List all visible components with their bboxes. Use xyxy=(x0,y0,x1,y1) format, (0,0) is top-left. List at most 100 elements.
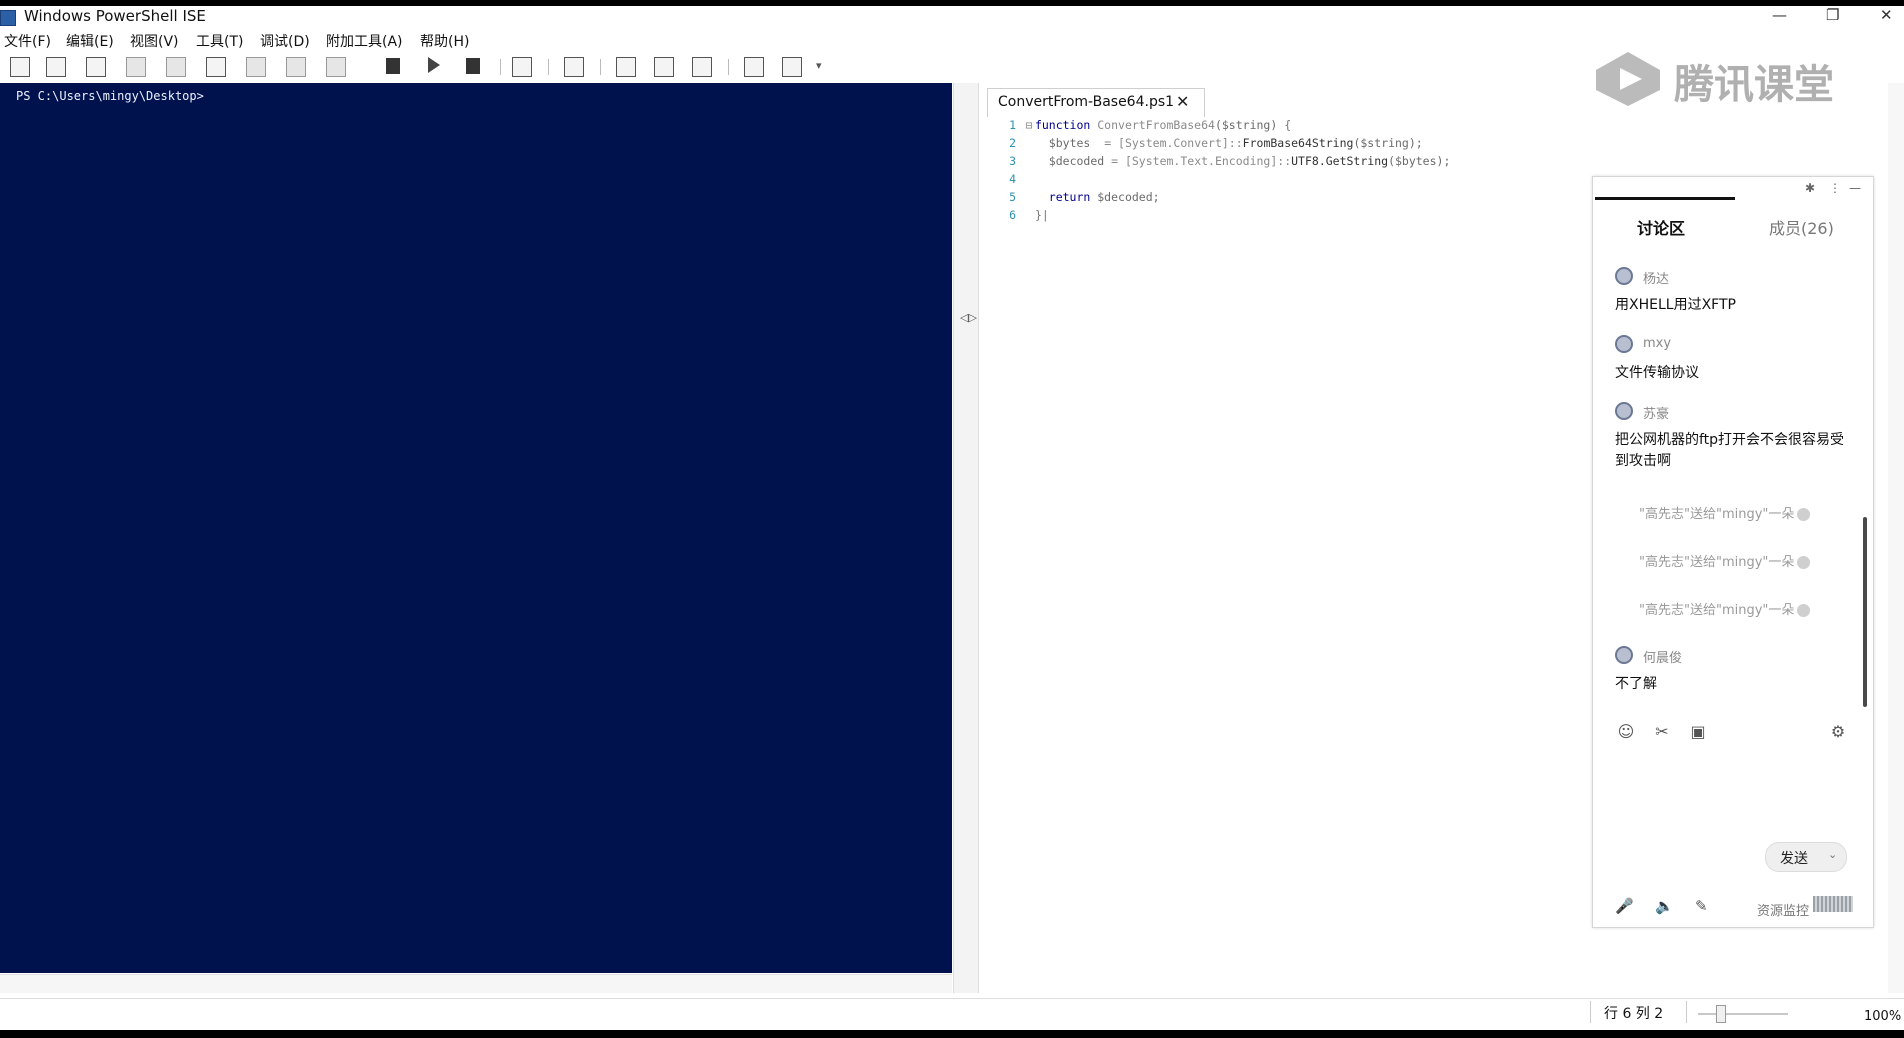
tab-members[interactable]: 成员(26) xyxy=(1769,215,1834,239)
status-separator xyxy=(1590,1001,1591,1023)
line-number: 3 xyxy=(1009,154,1016,168)
menu-edit[interactable]: 编辑(E) xyxy=(66,31,114,51)
commands-icon[interactable] xyxy=(744,57,764,77)
open-file-icon[interactable] xyxy=(46,57,66,77)
settings-icon[interactable]: ⚙ xyxy=(1829,722,1847,741)
code-args: ($string); xyxy=(1353,136,1423,150)
code-brace: { xyxy=(1284,118,1292,132)
minimize-panel-icon[interactable]: — xyxy=(1849,181,1861,195)
status-separator xyxy=(1686,1001,1687,1023)
cut-icon[interactable] xyxy=(126,57,146,77)
gift-text: "高先志"送给"mingy"一朵 xyxy=(1639,507,1795,522)
title-bar: Windows PowerShell ISE — ❐ ✕ xyxy=(0,6,1904,30)
more-icon[interactable]: ⋮ xyxy=(1829,181,1841,195)
restore-button[interactable]: ❐ xyxy=(1826,6,1839,24)
code-brace: }| xyxy=(1034,208,1049,222)
zoom-slider-thumb[interactable] xyxy=(1716,1005,1726,1023)
layout-max-icon[interactable] xyxy=(692,57,712,77)
layout-right-icon[interactable] xyxy=(654,57,674,77)
close-button[interactable]: ✕ xyxy=(1880,6,1893,24)
copy-icon[interactable] xyxy=(166,57,186,77)
tab-convertfrom-base64[interactable]: ConvertFrom-Base64.ps1 ✕ xyxy=(987,88,1205,117)
code-type: = [System.Convert]:: xyxy=(1104,136,1243,150)
chat-scrollbar[interactable] xyxy=(1863,517,1867,707)
menu-file[interactable]: 文件(F) xyxy=(4,31,51,51)
cursor-position: 行 6 列 2 xyxy=(1604,1006,1664,1022)
line-number: 4 xyxy=(1009,172,1016,186)
code-params: ($string) xyxy=(1214,118,1285,132)
gift-text: "高先志"送给"mingy"一朵 xyxy=(1639,555,1795,570)
flower-icon xyxy=(1797,508,1811,521)
code-area[interactable]: 1 ⊟ function ConvertFromBase64($string) {… xyxy=(996,118,1450,226)
redo-icon[interactable] xyxy=(326,57,346,77)
stop-icon[interactable] xyxy=(466,58,480,74)
run-selection-icon[interactable] xyxy=(428,57,440,73)
resource-monitor-label[interactable]: 资源监控 xyxy=(1757,900,1809,919)
code-line: 2 $bytes = [System.Convert]::FromBase64S… xyxy=(996,136,1450,154)
pin-icon[interactable]: ✱ xyxy=(1805,181,1815,195)
run-icon[interactable] xyxy=(386,58,400,74)
console-pane[interactable]: PS C:\Users\mingy\Desktop> xyxy=(0,83,952,973)
paste-icon[interactable] xyxy=(206,57,226,77)
menu-addons[interactable]: 附加工具(A) xyxy=(326,31,403,51)
code-method: UTF8.GetString xyxy=(1291,154,1389,168)
avatar[interactable] xyxy=(1615,402,1633,420)
layout-top-icon[interactable] xyxy=(616,57,636,77)
undo-icon[interactable] xyxy=(286,57,306,77)
avatar[interactable] xyxy=(1615,335,1633,353)
splitter-arrows-icon[interactable]: ◁▷ xyxy=(960,311,977,324)
tencent-classroom-logo-icon xyxy=(1596,52,1660,106)
emoji-icon[interactable]: ☺ xyxy=(1617,722,1635,741)
toolbar-separator xyxy=(548,59,549,75)
toolbar-separator xyxy=(500,59,501,75)
console-horizontal-scrollbar[interactable] xyxy=(0,974,952,993)
remote-icon[interactable] xyxy=(512,57,532,77)
gift-notice: "高先志"送给"mingy"一朵 xyxy=(1639,551,1811,570)
image-icon[interactable]: ▣ xyxy=(1689,722,1707,741)
editor-vertical-scrollbar[interactable] xyxy=(1888,83,1904,993)
fold-toggle-icon[interactable]: ⊟ xyxy=(1023,118,1035,132)
tab-discussion[interactable]: 讨论区 xyxy=(1637,215,1685,239)
sender-name: 苏豪 xyxy=(1643,407,1670,422)
code-line: 6 }| xyxy=(996,208,1450,226)
powershell-tab-icon[interactable] xyxy=(564,57,584,77)
send-options-icon[interactable]: ⌄ xyxy=(1828,848,1837,861)
close-tab-icon[interactable]: ✕ xyxy=(1176,92,1189,111)
microphone-icon[interactable]: 🎤 xyxy=(1615,897,1634,915)
line-number: 6 xyxy=(1009,208,1016,222)
clear-icon[interactable] xyxy=(246,57,266,77)
message-text: 把公网机器的ftp打开会不会很容易受到攻击啊 xyxy=(1615,432,1845,469)
avatar[interactable] xyxy=(1615,646,1633,664)
window-title: Windows PowerShell ISE xyxy=(24,7,206,25)
sender-name: mxy xyxy=(1643,336,1672,351)
zoom-slider-track[interactable] xyxy=(1698,1013,1788,1015)
toolbar: ▾ xyxy=(0,51,960,81)
zoom-level: 100% xyxy=(1864,1009,1902,1024)
code-keyword: function xyxy=(1034,118,1098,132)
code-line: 5 return $decoded; xyxy=(996,190,1450,208)
code-function-name: ConvertFromBase64 xyxy=(1097,118,1215,132)
speaker-icon[interactable]: 🔈 xyxy=(1655,897,1674,915)
message-text: 文件传输协议 xyxy=(1615,365,1699,381)
send-button[interactable]: 发送 ⌄ xyxy=(1765,842,1847,872)
send-label: 发送 xyxy=(1780,851,1808,867)
save-icon[interactable] xyxy=(86,57,106,77)
code-line: 3 $decoded = [System.Text.Encoding]::UTF… xyxy=(996,154,1450,172)
code-method: FromBase64String xyxy=(1242,136,1354,150)
pane-splitter[interactable] xyxy=(953,83,979,993)
minimize-button[interactable]: — xyxy=(1772,6,1787,24)
new-file-icon[interactable] xyxy=(10,57,30,77)
chat-panel: ✱ ⋮ — 讨论区 成员(26) 杨达 用XHELL用过XFTP mxy 文件传… xyxy=(1592,176,1874,928)
menu-debug[interactable]: 调试(D) xyxy=(260,31,310,51)
screenshot-icon[interactable]: ✂ xyxy=(1653,722,1671,741)
pen-icon[interactable]: ✎ xyxy=(1695,897,1708,915)
message-text: 用XHELL用过XFTP xyxy=(1615,297,1736,313)
menu-help[interactable]: 帮助(H) xyxy=(420,31,469,51)
code-line: 1 ⊟ function ConvertFromBase64($string) { xyxy=(996,118,1450,136)
menu-view[interactable]: 视图(V) xyxy=(130,31,179,51)
avatar[interactable] xyxy=(1615,267,1633,285)
addon-icon[interactable] xyxy=(782,57,802,77)
toolbar-overflow-icon[interactable]: ▾ xyxy=(816,59,822,72)
menu-tools[interactable]: 工具(T) xyxy=(196,31,243,51)
